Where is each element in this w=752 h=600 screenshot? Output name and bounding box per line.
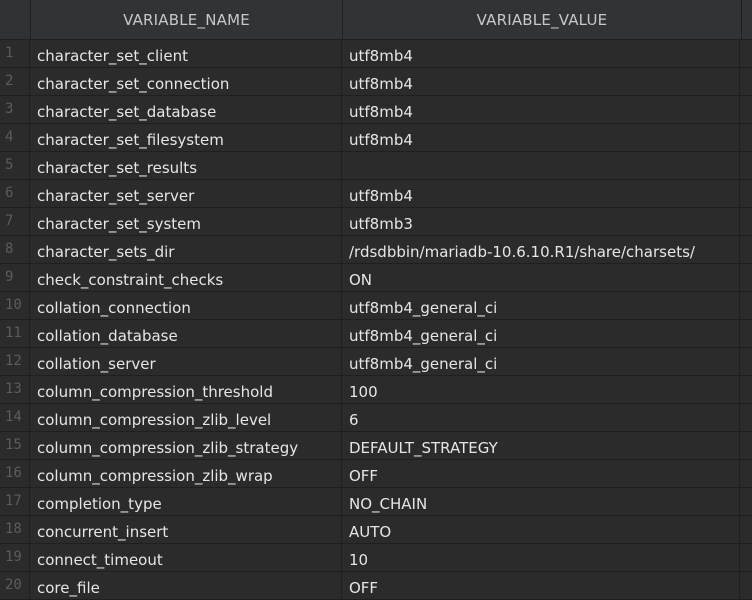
table-row[interactable]: 10 collation_connection utf8mb4_general_… (0, 292, 752, 320)
cell-variable-value[interactable]: OFF (342, 572, 740, 599)
row-number[interactable]: 17 (0, 488, 30, 515)
row-number[interactable]: 15 (0, 432, 30, 459)
table-row[interactable]: 17 completion_type NO_CHAIN (0, 488, 752, 516)
cell-variable-name[interactable]: column_compression_zlib_level (30, 404, 342, 431)
cell-variable-value[interactable]: AUTO (342, 516, 740, 543)
cell-variable-name[interactable]: character_set_connection (30, 68, 342, 95)
row-number[interactable]: 11 (0, 320, 30, 347)
cell-variable-value[interactable]: DEFAULT_STRATEGY (342, 432, 740, 459)
cell-variable-name[interactable]: check_constraint_checks (30, 264, 342, 291)
cell-variable-value[interactable]: 10 (342, 544, 740, 571)
row-number[interactable]: 20 (0, 572, 30, 599)
row-number[interactable]: 8 (0, 236, 30, 263)
table-row[interactable]: 4 character_set_filesystem utf8mb4 (0, 124, 752, 152)
row-number[interactable]: 10 (0, 292, 30, 319)
table-row[interactable]: 9 check_constraint_checks ON (0, 264, 752, 292)
row-number[interactable]: 2 (0, 68, 30, 95)
cell-variable-name[interactable]: column_compression_zlib_strategy (30, 432, 342, 459)
row-number[interactable]: 9 (0, 264, 30, 291)
cell-variable-value[interactable] (342, 152, 740, 179)
row-number[interactable]: 16 (0, 460, 30, 487)
table-row[interactable]: 8 character_sets_dir /rdsdbbin/mariadb-1… (0, 236, 752, 264)
cell-variable-value[interactable]: utf8mb4 (342, 180, 740, 207)
result-grid: VARIABLE_NAME VARIABLE_VALUE 1 character… (0, 0, 752, 600)
cell-variable-name[interactable]: character_set_filesystem (30, 124, 342, 151)
cell-variable-name[interactable]: connect_timeout (30, 544, 342, 571)
table-row[interactable]: 15 column_compression_zlib_strategy DEFA… (0, 432, 752, 460)
cell-variable-name[interactable]: concurrent_insert (30, 516, 342, 543)
table-row[interactable]: 13 column_compression_threshold 100 (0, 376, 752, 404)
table-row[interactable]: 12 collation_server utf8mb4_general_ci (0, 348, 752, 376)
cell-variable-value[interactable]: utf8mb3 (342, 208, 740, 235)
row-number[interactable]: 1 (0, 40, 30, 67)
table-row[interactable]: 1 character_set_client utf8mb4 (0, 40, 752, 68)
table-row[interactable]: 5 character_set_results (0, 152, 752, 180)
cell-variable-name[interactable]: core_file (30, 572, 342, 599)
table-row[interactable]: 2 character_set_connection utf8mb4 (0, 68, 752, 96)
row-number[interactable]: 19 (0, 544, 30, 571)
row-number[interactable]: 18 (0, 516, 30, 543)
cell-variable-value[interactable]: utf8mb4 (342, 96, 740, 123)
cell-variable-name[interactable]: character_set_client (30, 40, 342, 67)
cell-variable-value[interactable]: OFF (342, 460, 740, 487)
cell-variable-name[interactable]: collation_server (30, 348, 342, 375)
cell-variable-value[interactable]: NO_CHAIN (342, 488, 740, 515)
cell-variable-value[interactable]: ON (342, 264, 740, 291)
cell-variable-value[interactable]: 100 (342, 376, 740, 403)
cell-variable-name[interactable]: collation_connection (30, 292, 342, 319)
cell-variable-name[interactable]: column_compression_zlib_wrap (30, 460, 342, 487)
cell-variable-name[interactable]: character_set_system (30, 208, 342, 235)
table-row[interactable]: 7 character_set_system utf8mb3 (0, 208, 752, 236)
column-header-variable-name[interactable]: VARIABLE_NAME (31, 0, 343, 39)
row-number[interactable]: 13 (0, 376, 30, 403)
cell-variable-name[interactable]: column_compression_threshold (30, 376, 342, 403)
table-row[interactable]: 16 column_compression_zlib_wrap OFF (0, 460, 752, 488)
table-row[interactable]: 19 connect_timeout 10 (0, 544, 752, 572)
table-row[interactable]: 3 character_set_database utf8mb4 (0, 96, 752, 124)
cell-variable-name[interactable]: collation_database (30, 320, 342, 347)
cell-variable-name[interactable]: character_sets_dir (30, 236, 342, 263)
cell-variable-value[interactable]: utf8mb4 (342, 68, 740, 95)
row-number[interactable]: 5 (0, 152, 30, 179)
row-number[interactable]: 7 (0, 208, 30, 235)
cell-variable-name[interactable]: character_set_results (30, 152, 342, 179)
grid-header: VARIABLE_NAME VARIABLE_VALUE (0, 0, 752, 40)
cell-variable-value[interactable]: utf8mb4_general_ci (342, 320, 740, 347)
row-number[interactable]: 6 (0, 180, 30, 207)
table-row[interactable]: 6 character_set_server utf8mb4 (0, 180, 752, 208)
column-header-variable-value[interactable]: VARIABLE_VALUE (343, 0, 742, 39)
table-row[interactable]: 20 core_file OFF (0, 572, 752, 600)
table-row[interactable]: 11 collation_database utf8mb4_general_ci (0, 320, 752, 348)
table-row[interactable]: 18 concurrent_insert AUTO (0, 516, 752, 544)
cell-variable-value[interactable]: 6 (342, 404, 740, 431)
table-row[interactable]: 14 column_compression_zlib_level 6 (0, 404, 752, 432)
cell-variable-name[interactable]: character_set_database (30, 96, 342, 123)
row-number[interactable]: 14 (0, 404, 30, 431)
grid-body: 1 character_set_client utf8mb4 2 charact… (0, 40, 752, 600)
header-corner[interactable] (0, 0, 31, 39)
cell-variable-value[interactable]: utf8mb4_general_ci (342, 292, 740, 319)
cell-variable-name[interactable]: completion_type (30, 488, 342, 515)
cell-variable-name[interactable]: character_set_server (30, 180, 342, 207)
cell-variable-value[interactable]: utf8mb4 (342, 40, 740, 67)
row-number[interactable]: 3 (0, 96, 30, 123)
cell-variable-value[interactable]: utf8mb4 (342, 124, 740, 151)
row-number[interactable]: 12 (0, 348, 30, 375)
cell-variable-value[interactable]: utf8mb4_general_ci (342, 348, 740, 375)
row-number[interactable]: 4 (0, 124, 30, 151)
cell-variable-value[interactable]: /rdsdbbin/mariadb-10.6.10.R1/share/chars… (342, 236, 740, 263)
